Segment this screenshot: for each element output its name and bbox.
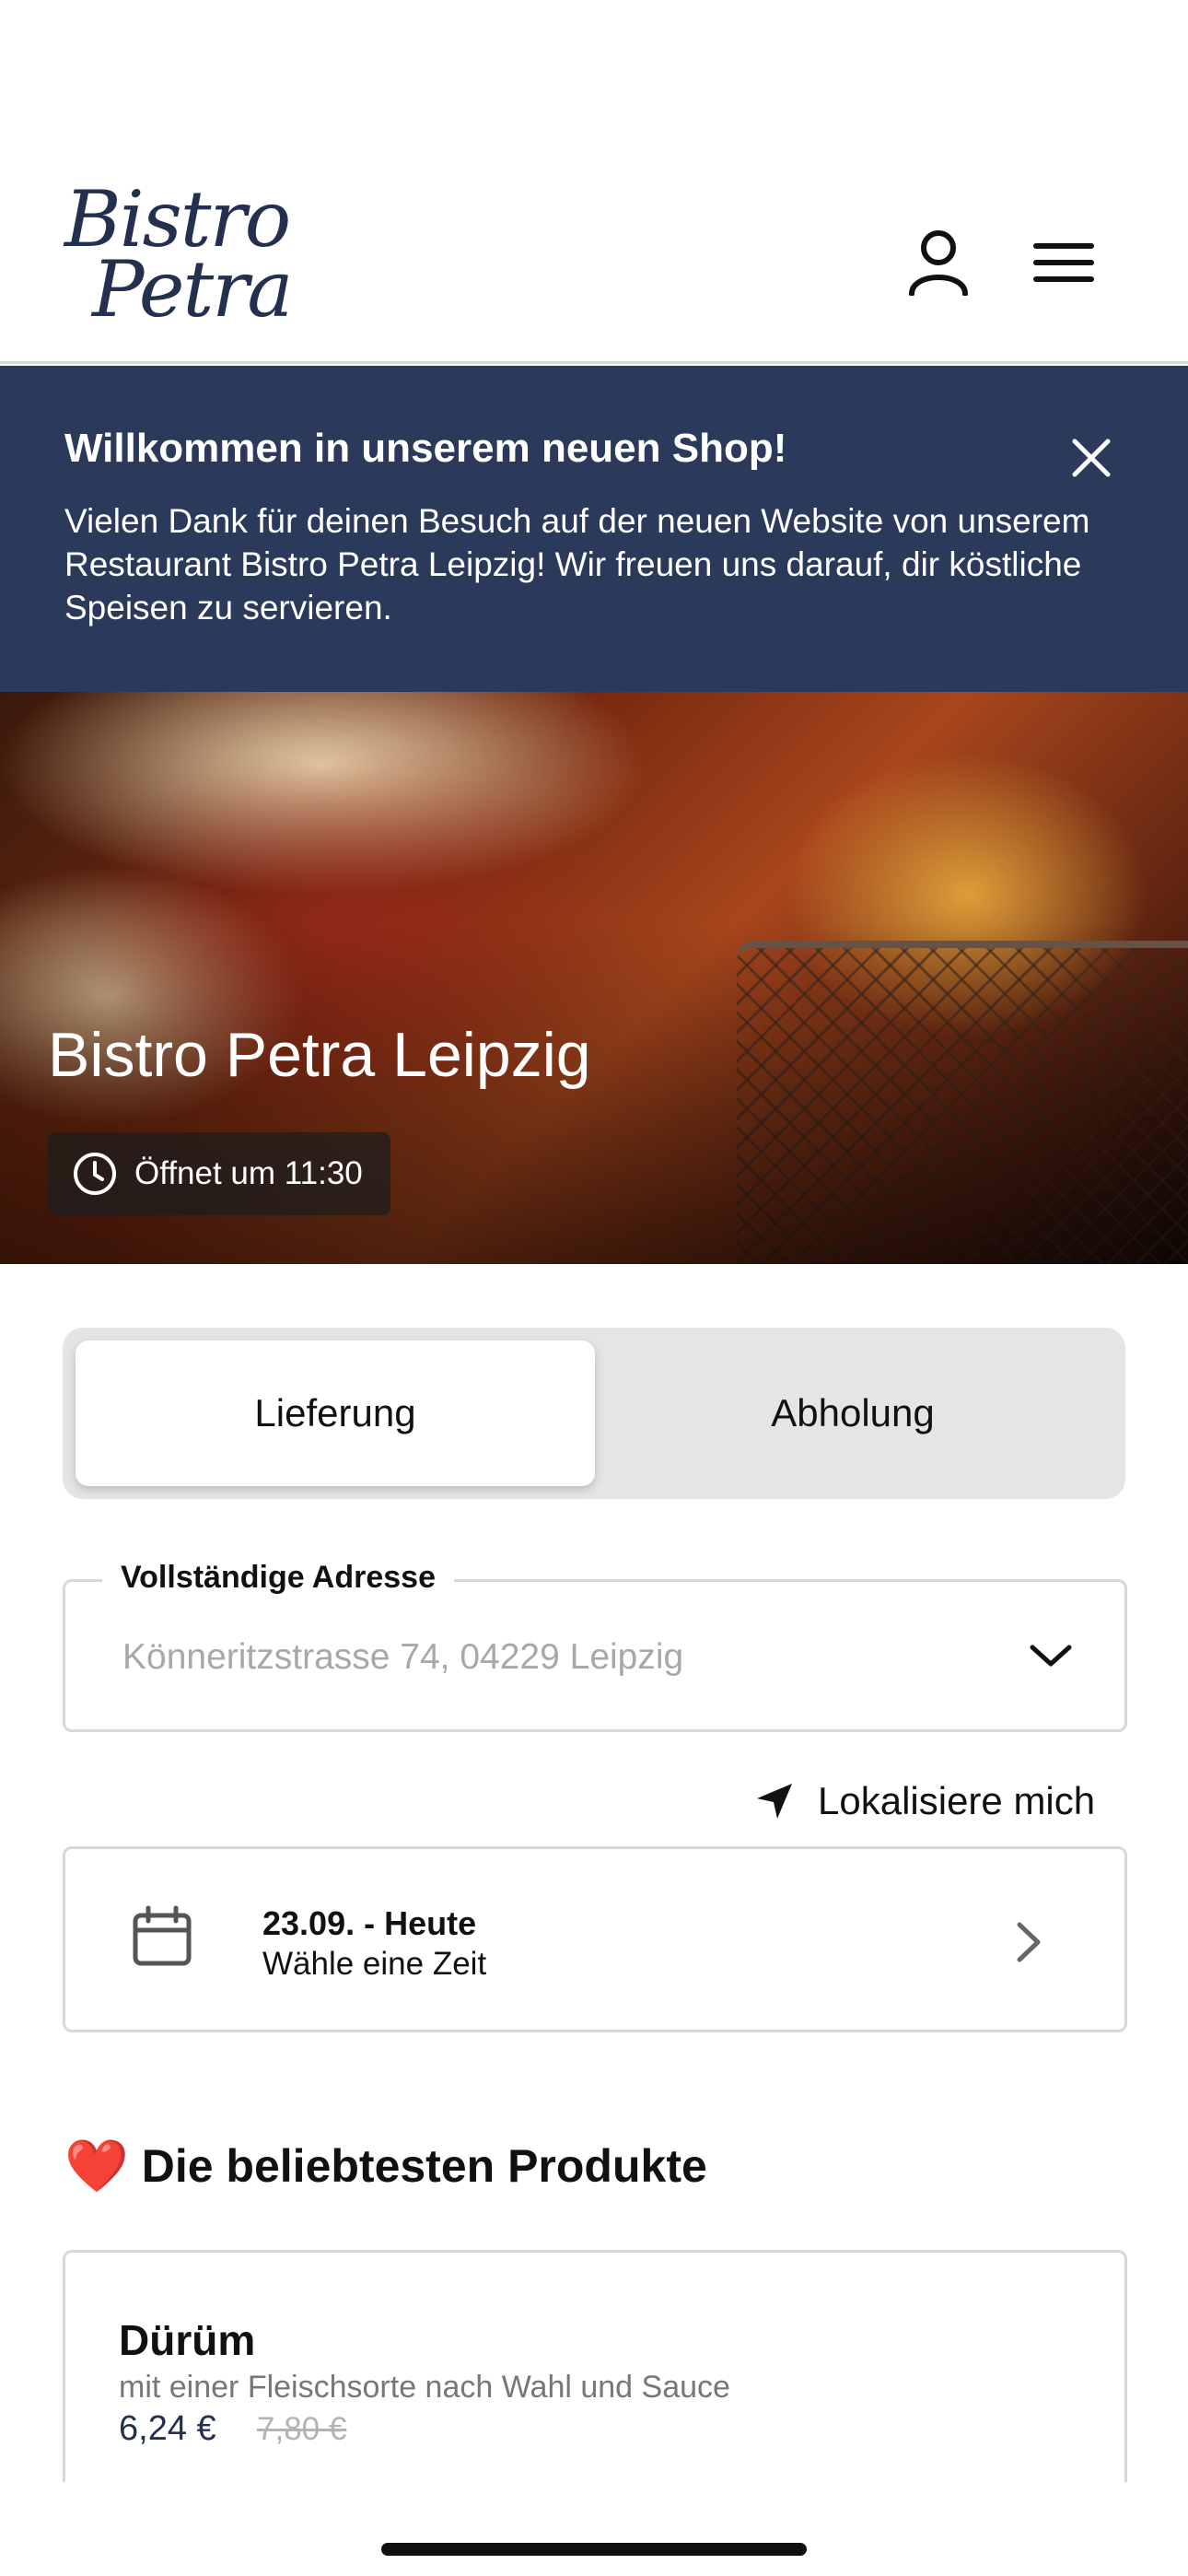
- chevron-down-icon[interactable]: [1023, 1633, 1078, 1679]
- banner-text: Vielen Dank für deinen Besuch auf der ne…: [64, 502, 1090, 626]
- site-header: Bistro Petra: [0, 0, 1188, 364]
- address-label: Vollständige Adresse: [102, 1560, 454, 1596]
- chevron-right-icon: [1010, 1919, 1047, 1965]
- product-price: 6,24 €: [119, 2409, 216, 2448]
- locate-me-button[interactable]: Lokalisiere mich: [753, 1774, 1095, 1829]
- close-icon[interactable]: [1064, 430, 1119, 486]
- time-prompt: Wähle eine Zeit: [262, 1946, 487, 1982]
- bistro-petra-logo[interactable]: Bistro Petra: [64, 181, 304, 334]
- user-icon[interactable]: [897, 221, 980, 304]
- restaurant-name: Bistro Petra Leipzig: [48, 1020, 591, 1090]
- fries-basket-graphic: [737, 941, 1188, 1264]
- date-label: 23.09. - Heute: [262, 1904, 477, 1942]
- heart-icon: ❤️: [64, 2137, 129, 2195]
- popular-products-title: Die beliebtesten Produkte: [141, 2140, 707, 2192]
- calendar-icon: [130, 1904, 194, 1969]
- bottom-safe-area: [0, 2482, 1188, 2576]
- location-arrow-icon: [757, 1784, 792, 1819]
- locate-me-label: Lokalisiere mich: [818, 1779, 1096, 1822]
- logo-line-2: Petra: [92, 244, 293, 334]
- product-description: mit einer Fleischsorte nach Wahl und Sau…: [119, 2370, 730, 2405]
- hero-image: Bistro Petra Leipzig Öffnet um 11:30: [0, 692, 1188, 1264]
- banner-title: Willkommen in unserem neuen Shop!: [64, 426, 787, 471]
- welcome-banner: Willkommen in unserem neuen Shop! Vielen…: [0, 366, 1188, 692]
- product-name: Dürüm: [119, 2316, 256, 2364]
- product-old-price: 7,80 €: [257, 2411, 347, 2447]
- date-time-selector[interactable]: 23.09. - Heute Wähle eine Zeit: [63, 1846, 1127, 2032]
- opening-time-badge: Öffnet um 11:30: [48, 1132, 390, 1215]
- address-field[interactable]: Vollständige Adresse Könneritzstrasse 74…: [63, 1560, 1127, 1732]
- clock-icon: [74, 1153, 116, 1195]
- address-input[interactable]: Könneritzstrasse 74, 04229 Leipzig: [122, 1637, 683, 1678]
- order-mode-toggle: Lieferung Abholung: [63, 1328, 1125, 1499]
- opening-time-text: Öffnet um 11:30: [134, 1155, 363, 1191]
- tab-lieferung[interactable]: Lieferung: [76, 1341, 595, 1486]
- hamburger-menu-icon[interactable]: [1022, 221, 1105, 304]
- tab-abholung[interactable]: Abholung: [593, 1341, 1112, 1486]
- popular-products-heading: ❤️ Die beliebtesten Produkte: [64, 2139, 707, 2193]
- home-indicator[interactable]: [381, 2543, 807, 2556]
